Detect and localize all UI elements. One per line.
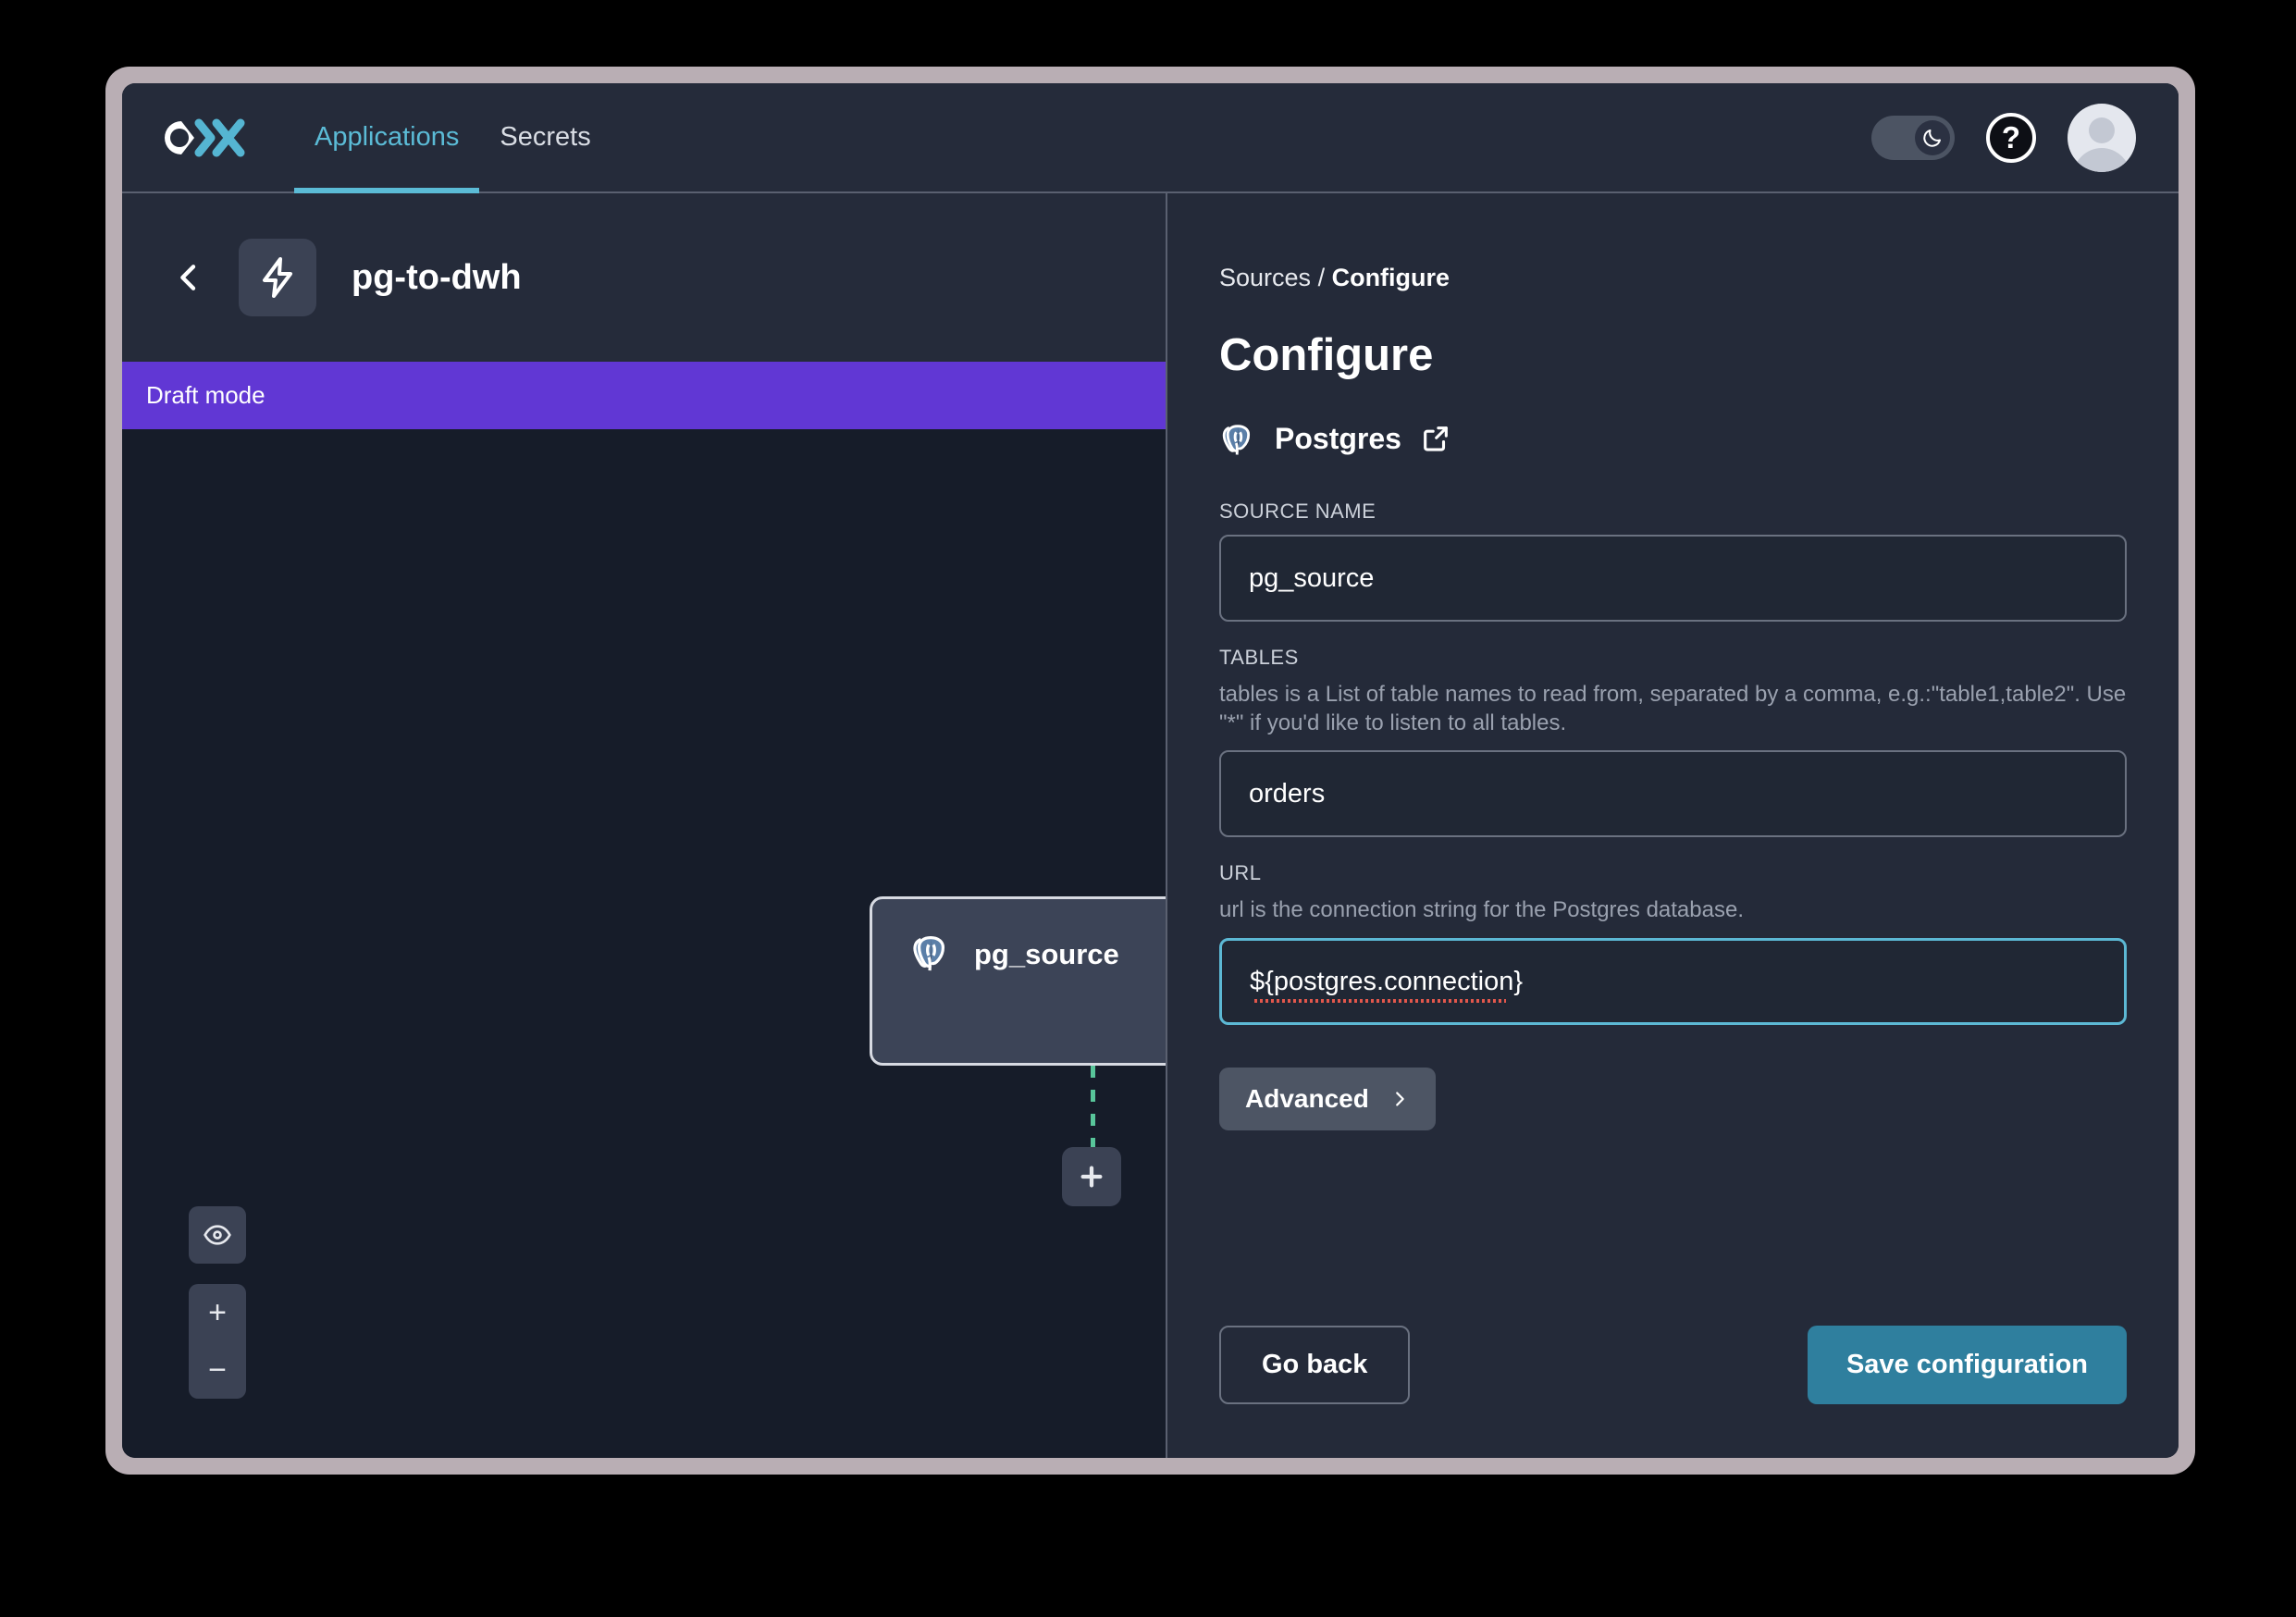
connector-name: Postgres xyxy=(1275,421,1401,455)
back-button[interactable] xyxy=(168,257,209,298)
dark-mode-toggle[interactable] xyxy=(1871,115,1955,160)
field-source-name: SOURCE NAME xyxy=(1219,500,2127,622)
tables-input[interactable] xyxy=(1219,750,2127,838)
field-url: URL url is the connection string for the… xyxy=(1219,861,2127,1026)
zoom-in-button[interactable]: + xyxy=(189,1284,246,1341)
field-tables-help: tables is a List of table names to read … xyxy=(1219,682,2127,735)
add-node-button[interactable] xyxy=(1062,1147,1121,1206)
avatar-body xyxy=(2073,147,2130,172)
field-tables: TABLES tables is a List of table names t… xyxy=(1219,646,2127,838)
toggle-knob xyxy=(1915,119,1950,155)
source-name-input[interactable] xyxy=(1219,535,2127,622)
field-source-name-label: SOURCE NAME xyxy=(1219,500,1376,523)
workspace: pg-to-dwh Draft mode pg_source + − Sourc… xyxy=(122,193,2179,1458)
url-input-wrap xyxy=(1219,938,2127,1026)
breadcrumb-separator: / xyxy=(1311,264,1332,291)
breadcrumb-parent[interactable]: Sources xyxy=(1219,264,1311,291)
field-url-help: url is the connection string for the Pos… xyxy=(1219,897,1744,923)
app-window: Applications Secrets ? pg-to-dwh Draft m… xyxy=(122,83,2179,1458)
configure-panel: Sources / Configure Configure Postgres S… xyxy=(1167,193,2179,1458)
browser-window-frame: Applications Secrets ? pg-to-dwh Draft m… xyxy=(105,67,2195,1475)
tab-applications[interactable]: Applications xyxy=(294,83,480,193)
status-badge: Draft mode xyxy=(122,362,1166,429)
main-nav: Applications Secrets xyxy=(294,83,611,193)
flow-node-label: pg_source xyxy=(974,938,1119,970)
app-icon-badge[interactable] xyxy=(239,239,316,316)
url-input[interactable] xyxy=(1219,938,2127,1026)
zoom-out-button[interactable]: − xyxy=(189,1341,246,1399)
external-link-icon[interactable] xyxy=(1420,423,1451,454)
panel-title: Configure xyxy=(1219,330,1434,380)
canvas-controls: + − xyxy=(189,1206,246,1399)
tab-secrets[interactable]: Secrets xyxy=(479,83,611,191)
eye-icon xyxy=(204,1225,231,1245)
zoom-controls: + − xyxy=(189,1284,246,1399)
postgres-elephant-icon xyxy=(1222,425,1251,455)
go-back-button[interactable]: Go back xyxy=(1219,1326,1411,1404)
postgres-elephant-icon xyxy=(913,936,945,971)
flow-canvas-pane: pg-to-dwh Draft mode pg_source + − xyxy=(122,193,1167,1458)
app-header: Applications Secrets ? xyxy=(122,83,2179,193)
save-configuration-button[interactable]: Save configuration xyxy=(1807,1326,2127,1404)
fit-view-button[interactable] xyxy=(189,1206,246,1264)
breadcrumb-current: Configure xyxy=(1331,264,1450,291)
breadcrumb: Sources / Configure xyxy=(1219,264,2127,292)
draft-mode-label: Draft mode xyxy=(146,381,265,409)
lightning-bolt-icon xyxy=(263,257,292,298)
avatar-head xyxy=(2089,117,2115,143)
page-title: pg-to-dwh xyxy=(352,257,522,297)
chevron-left-icon xyxy=(180,265,196,290)
flow-header: pg-to-dwh xyxy=(122,193,1166,362)
tab-applications-label: Applications xyxy=(315,122,460,152)
plus-icon xyxy=(1080,1166,1103,1188)
flow-canvas[interactable]: pg_source + − xyxy=(122,429,1166,1458)
help-icon[interactable]: ? xyxy=(1986,112,2036,163)
panel-footer: Go back Save configuration xyxy=(1219,1326,2127,1404)
advanced-button-label: Advanced xyxy=(1245,1084,1369,1114)
advanced-button[interactable]: Advanced xyxy=(1219,1068,1436,1131)
field-tables-label: TABLES xyxy=(1219,646,1299,669)
tab-secrets-label: Secrets xyxy=(500,122,591,152)
moon-icon xyxy=(1923,129,1941,147)
field-url-label: URL xyxy=(1219,861,1262,885)
avatar[interactable] xyxy=(2068,103,2136,172)
help-glyph: ? xyxy=(2001,120,2021,154)
header-actions: ? xyxy=(1871,103,2136,172)
connector-header: Postgres xyxy=(1219,420,2127,457)
flow-edge xyxy=(1091,1066,1095,1147)
oxla-logo-icon[interactable] xyxy=(157,114,246,162)
chevron-right-icon xyxy=(1395,1092,1404,1106)
flow-node-pg-source[interactable]: pg_source xyxy=(870,896,1166,1066)
